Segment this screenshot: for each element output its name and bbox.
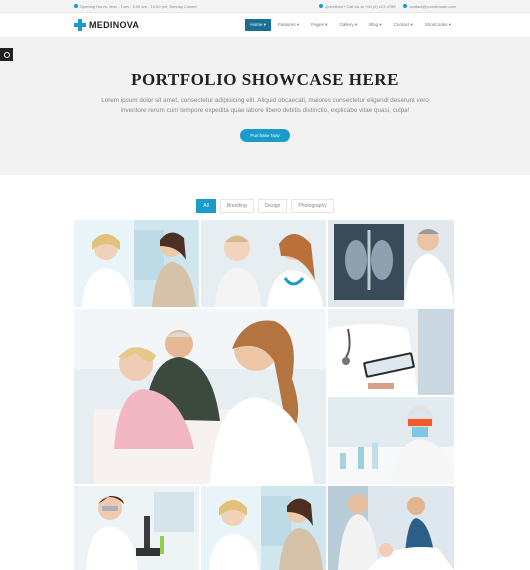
- nurse-with-elderly-patients-photo[interactable]: [74, 309, 326, 484]
- email-link[interactable]: contact@yourdomain.com: [409, 4, 456, 9]
- nav-shortcodes[interactable]: Shortcodes ▾: [420, 19, 456, 31]
- lab-researcher-photo[interactable]: [328, 397, 454, 484]
- doctor-with-child-photo[interactable]: [74, 220, 199, 307]
- doctor-xray-photo[interactable]: [328, 220, 454, 307]
- doctor-with-patient-bed-photo[interactable]: [328, 486, 454, 570]
- doctor-tablet-photo[interactable]: [328, 309, 454, 395]
- email-info[interactable]: contact@yourdomain.com: [403, 4, 456, 9]
- site-header: MEDINOVA Home ▾ Features ▾ Pages ▾ Galle…: [0, 13, 530, 38]
- nav-pages[interactable]: Pages ▾: [306, 19, 332, 31]
- nav-gallery[interactable]: Gallery ▾: [334, 19, 362, 31]
- filter-photography[interactable]: Photography: [291, 199, 334, 213]
- filter-design[interactable]: Design: [257, 199, 288, 213]
- top-info-bar: Opening Hours: Mon - Tues : 6.00 am - 10…: [0, 0, 530, 13]
- nav-contact[interactable]: Contact ▾: [389, 19, 418, 31]
- medical-cross-icon: [74, 19, 86, 31]
- gear-icon: [3, 51, 10, 58]
- purchase-button[interactable]: Purchase Now: [240, 129, 290, 142]
- filter-branding[interactable]: Branding: [219, 199, 254, 213]
- nav-blog[interactable]: Blog ▾: [364, 19, 387, 31]
- opening-hours-text: Opening Hours: Mon - Tues : 6.00 am - 10…: [80, 3, 197, 9]
- nav-features[interactable]: Features ▾: [273, 19, 304, 31]
- settings-toggle[interactable]: [0, 48, 13, 61]
- nav-home[interactable]: Home ▾: [245, 19, 271, 31]
- filter-all[interactable]: All: [196, 199, 216, 213]
- call-info: Questions? Call Us at +00 (0) 123 4789: [319, 4, 395, 9]
- brand-name: MEDINOVA: [89, 20, 140, 30]
- hero-text: Lorem ipsum dolor sit amet, consectetur …: [101, 97, 429, 114]
- hero-section: PORTFOLIO SHOWCASE HERE Lorem ipsum dolo…: [0, 38, 530, 175]
- opening-hours: Opening Hours: Mon - Tues : 6.00 am - 10…: [74, 4, 197, 9]
- main-nav: Home ▾ Features ▾ Pages ▾ Gallery ▾ Blog…: [245, 19, 456, 31]
- doctor-with-child-photo-2[interactable]: [201, 486, 326, 570]
- doctor-with-baby-photo[interactable]: [201, 220, 326, 307]
- lab-woman-microscope-photo[interactable]: [74, 486, 199, 570]
- clock-icon: [74, 4, 78, 8]
- mail-icon: [403, 4, 408, 8]
- portfolio-grid: [74, 220, 454, 570]
- logo[interactable]: MEDINOVA: [74, 19, 139, 31]
- phone-icon: [319, 4, 324, 8]
- portfolio-filters: All Branding Design Photography: [0, 199, 530, 213]
- page-title: PORTFOLIO SHOWCASE HERE: [131, 70, 399, 89]
- call-text: Questions? Call Us at +00 (0) 123 4789: [325, 3, 396, 9]
